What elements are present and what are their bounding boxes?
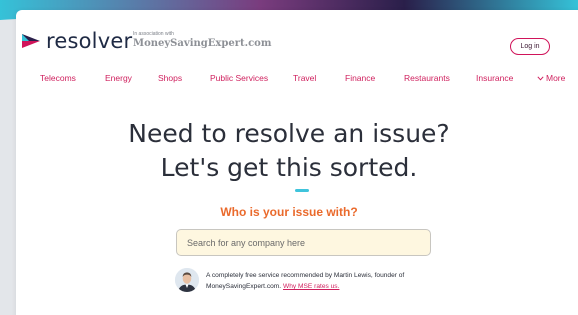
nav-item-energy[interactable]: Energy bbox=[105, 72, 132, 84]
person-photo-icon bbox=[175, 268, 199, 292]
nav-item-insurance[interactable]: Insurance bbox=[476, 72, 513, 84]
more-label: More bbox=[546, 73, 566, 83]
category-nav: Telecoms Energy Shops Public Services Tr… bbox=[0, 72, 565, 84]
endorsement-line-2: MoneySavingExpert.com. bbox=[206, 283, 282, 290]
nav-item-restaurants[interactable]: Restaurants bbox=[404, 72, 450, 84]
resolver-arrow-icon bbox=[22, 34, 40, 48]
hero-title: Need to resolve an issue? Let's get this… bbox=[0, 117, 578, 185]
martin-lewis-avatar bbox=[175, 268, 199, 292]
why-mse-link[interactable]: Why MSE rates us. bbox=[283, 283, 339, 290]
mse-association[interactable]: In association with MoneySavingExpert.co… bbox=[133, 31, 271, 50]
nav-item-public-services[interactable]: Public Services bbox=[210, 72, 268, 84]
hero-title-line-1: Need to resolve an issue? bbox=[128, 119, 450, 148]
nav-item-shops[interactable]: Shops bbox=[158, 72, 182, 84]
chevron-down-icon bbox=[537, 76, 544, 81]
company-search-input[interactable] bbox=[176, 229, 431, 256]
accent-divider bbox=[295, 189, 309, 192]
mse-brand: MoneySavingExpert.com bbox=[133, 38, 272, 49]
nav-item-telecoms[interactable]: Telecoms bbox=[40, 72, 76, 84]
nav-item-finance[interactable]: Finance bbox=[345, 72, 375, 84]
nav-item-more[interactable]: More bbox=[537, 72, 565, 84]
login-button[interactable]: Log in bbox=[510, 38, 550, 55]
nav-item-travel[interactable]: Travel bbox=[293, 72, 316, 84]
logo-text: resolver bbox=[46, 29, 133, 53]
page: resolver In association with MoneySaving… bbox=[0, 0, 578, 315]
hero-title-line-2: Let's get this sorted. bbox=[160, 153, 418, 182]
endorsement-line-1: A completely free service recommended by… bbox=[206, 272, 405, 279]
issue-subheading: Who is your issue with? bbox=[220, 205, 358, 219]
endorsement-text: A completely free service recommended by… bbox=[206, 270, 446, 292]
resolver-logo[interactable]: resolver bbox=[20, 30, 132, 52]
